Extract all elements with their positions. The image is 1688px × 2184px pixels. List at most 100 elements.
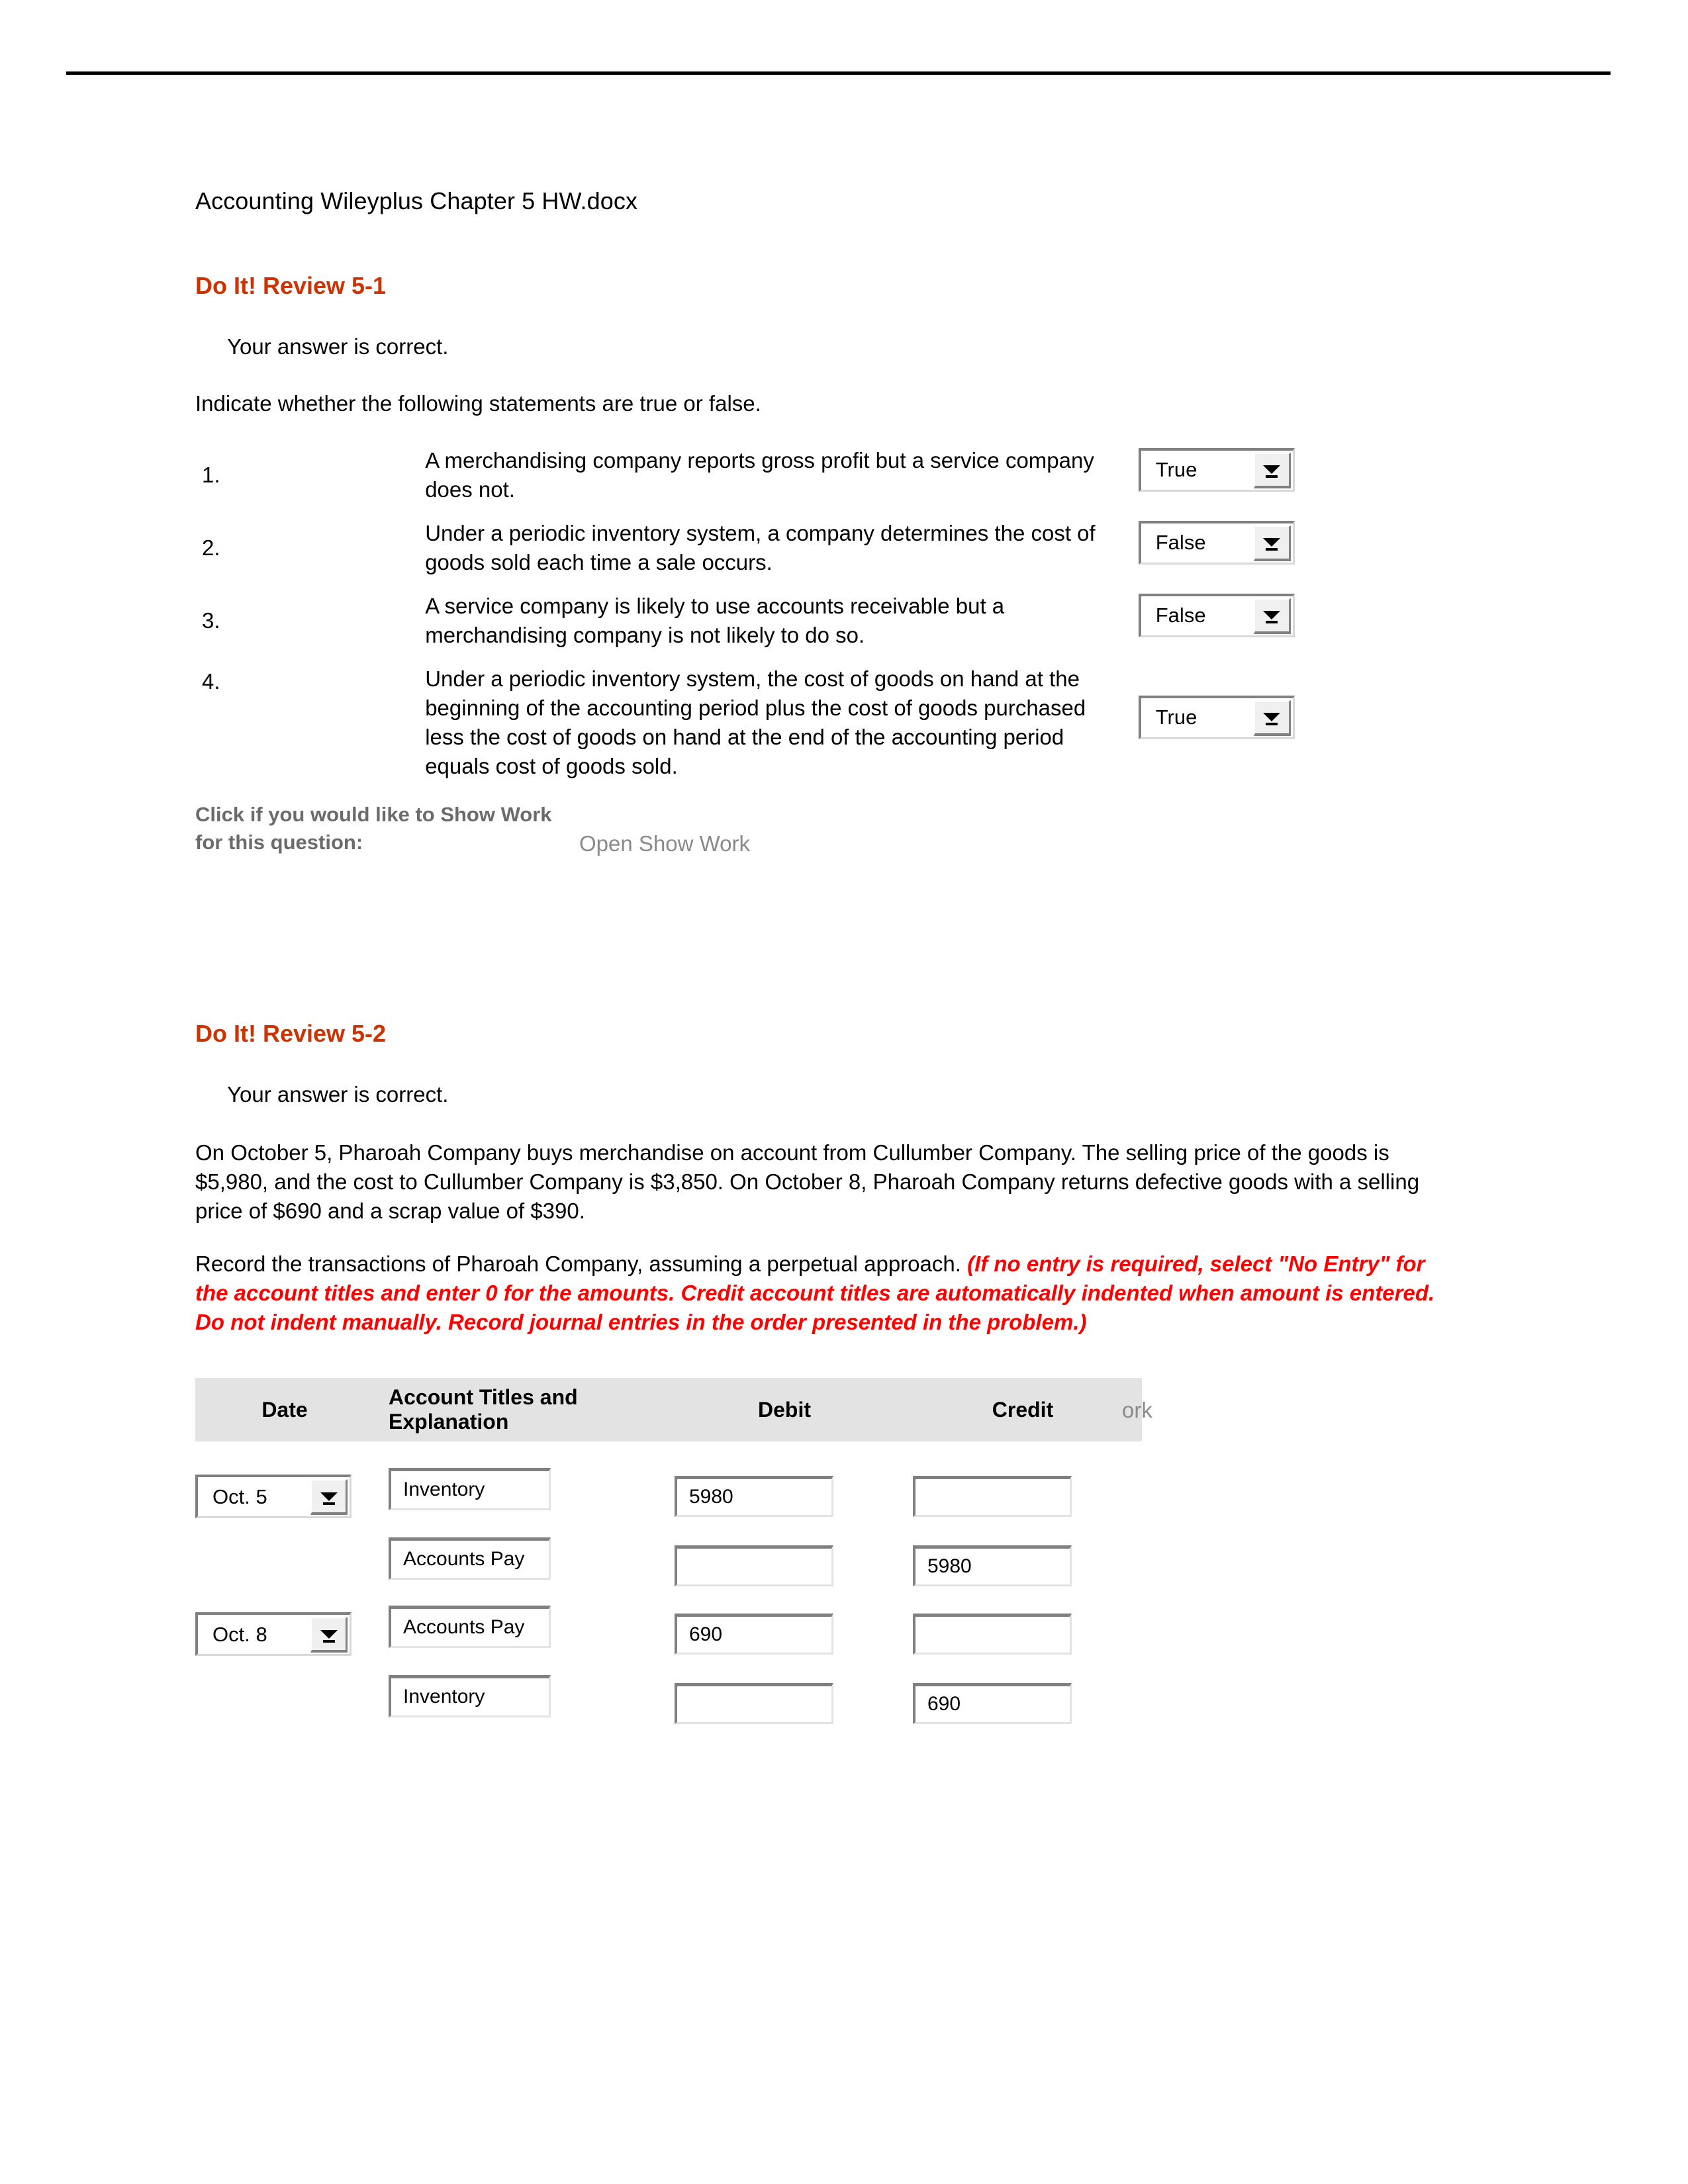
journal-debit-cell: 5980 (665, 1468, 904, 1520)
row-spacer (195, 650, 1360, 664)
journal-date-cell (195, 1537, 374, 1544)
header-divider-rule (66, 71, 1611, 75)
document-title: Accounting Wileyplus Chapter 5 HW.docx (195, 187, 638, 214)
chevron-down-icon[interactable] (1253, 525, 1291, 561)
journal-account-input-3[interactable]: Accounts Pay (389, 1606, 551, 1648)
statement-answer-cell: False (1138, 592, 1360, 650)
statement-number: 3. (202, 608, 220, 633)
journal-account-cell: Accounts Pay (374, 1606, 665, 1651)
journal-date-cell: Oct. 5 (195, 1468, 374, 1522)
chevron-down-icon[interactable] (1253, 598, 1291, 634)
journal-credit-cell (904, 1468, 1142, 1520)
row-spacer (195, 577, 1360, 592)
journal-debit-input-1[interactable]: 5980 (675, 1476, 833, 1517)
journal-account-input-2-value: Accounts Pay (403, 1548, 525, 1570)
journal-debit-input-3[interactable]: 690 (675, 1614, 833, 1655)
statement-number: 4. (202, 669, 220, 694)
column-header-account-titles: Account Titles and Explanation (389, 1385, 578, 1433)
show-work-label: Click if you would like to Show Work for… (195, 803, 552, 854)
chevron-down-icon[interactable] (310, 1617, 348, 1653)
journal-credit-input-2[interactable]: 5980 (913, 1545, 1072, 1586)
journal-debit-cell (665, 1537, 904, 1590)
problem-statement-5-2: On October 5, Pharoah Company buys merch… (195, 1140, 1420, 1223)
table-row: 2. Under a periodic inventory system, a … (195, 519, 1360, 577)
show-work-link-partial[interactable]: ork (1122, 1396, 1152, 1424)
section-heading-review-5-1: Do It! Review 5-1 (195, 272, 387, 299)
answer-select-1[interactable]: True (1138, 447, 1295, 492)
row-spacer (195, 504, 1360, 519)
show-work-block-5-1: Click if you would like to Show Work for… (195, 801, 1519, 893)
true-false-table: 1. A merchandising company reports gross… (195, 446, 1360, 781)
document-page: Accounting Wileyplus Chapter 5 HW.docx D… (0, 0, 1688, 2184)
journal-account-input-1[interactable]: Inventory (389, 1468, 551, 1510)
journal-credit-cell: 690 (904, 1675, 1142, 1727)
answer-select-3-value: False (1155, 604, 1206, 627)
journal-credit-cell: 5980 (904, 1537, 1142, 1590)
answer-status-5-2: Your answer is correct. (227, 1082, 449, 1107)
prompt-5-1: Indicate whether the following statement… (195, 391, 761, 416)
journal-debit-cell: 690 (665, 1606, 904, 1658)
journal-debit-input-1-value: 5980 (689, 1486, 733, 1508)
journal-account-cell: Inventory (374, 1468, 665, 1514)
answer-select-2-value: False (1155, 531, 1206, 554)
journal-debit-input-3-value: 690 (689, 1623, 723, 1645)
column-header-date: Date (261, 1397, 308, 1422)
journal-account-cell: Inventory (374, 1675, 665, 1721)
journal-account-input-4-value: Inventory (403, 1686, 485, 1707)
table-row: 4. Under a periodic inventory system, th… (195, 664, 1360, 781)
statement-answer-cell: True (1138, 446, 1360, 504)
statement-number: 1. (202, 463, 220, 487)
column-header-debit: Debit (758, 1397, 811, 1422)
journal-credit-input-2-value: 5980 (927, 1555, 972, 1577)
journal-date-select-1-value: Oct. 5 (212, 1484, 267, 1508)
journal-date-cell (195, 1675, 374, 1682)
journal-credit-input-3[interactable] (913, 1614, 1072, 1655)
journal-date-select-2[interactable]: Oct. 8 (195, 1612, 352, 1656)
statement-answer-cell: True (1138, 664, 1360, 781)
journal-debit-input-4[interactable] (675, 1683, 833, 1724)
journal-date-select-1[interactable]: Oct. 5 (195, 1475, 352, 1518)
instruction-plain-text: Record the transactions of Pharoah Compa… (195, 1251, 968, 1276)
journal-debit-cell (665, 1675, 904, 1727)
journal-credit-input-1[interactable] (913, 1476, 1072, 1517)
table-row: 3. A service company is likely to use ac… (195, 592, 1360, 650)
chevron-down-icon[interactable] (1253, 700, 1291, 736)
statement-answer-cell: False (1138, 519, 1360, 577)
table-row: Oct. 8 Accounts Pay 690 (195, 1606, 1142, 1659)
statement-text: Under a periodic inventory system, a com… (425, 521, 1096, 574)
journal-account-input-2[interactable]: Accounts Pay (389, 1537, 551, 1580)
answer-select-3[interactable]: False (1138, 593, 1295, 637)
journal-date-select-2-value: Oct. 8 (212, 1622, 267, 1646)
journal-account-input-1-value: Inventory (403, 1479, 485, 1500)
answer-select-4-value: True (1155, 705, 1197, 729)
journal-credit-input-4-value: 690 (927, 1693, 961, 1715)
statement-text: A merchandising company reports gross pr… (425, 448, 1094, 502)
table-row: Inventory 690 (195, 1675, 1142, 1727)
journal-table-body: Oct. 5 Inventory 5980 Accounts Pay 5980 … (195, 1441, 1142, 1727)
answer-select-2[interactable]: False (1138, 520, 1295, 565)
table-row: 1. A merchandising company reports gross… (195, 446, 1360, 504)
statement-text: A service company is likely to use accou… (425, 594, 1005, 647)
journal-account-cell: Accounts Pay (374, 1537, 665, 1583)
journal-table-header: Date Account Titles and Explanation Debi… (195, 1378, 1142, 1441)
chevron-down-icon[interactable] (1253, 452, 1291, 488)
statement-number: 2. (202, 535, 220, 560)
open-show-work-link[interactable]: Open Show Work (579, 830, 750, 858)
answer-status-5-1: Your answer is correct. (227, 334, 449, 359)
section-heading-review-5-2: Do It! Review 5-2 (195, 1020, 387, 1047)
table-row: Oct. 5 Inventory 5980 (195, 1468, 1142, 1522)
journal-date-cell: Oct. 8 (195, 1606, 374, 1659)
chevron-down-icon[interactable] (310, 1479, 348, 1515)
journal-account-input-3-value: Accounts Pay (403, 1616, 525, 1638)
answer-select-4[interactable]: True (1138, 695, 1295, 739)
answer-select-1-value: True (1155, 458, 1197, 481)
instruction-5-2: Record the transactions of Pharoah Compa… (195, 1250, 1453, 1337)
journal-account-input-4[interactable]: Inventory (389, 1675, 551, 1717)
journal-debit-input-2[interactable] (675, 1545, 833, 1586)
statement-text: Under a periodic inventory system, the c… (425, 666, 1086, 778)
column-header-credit: Credit (992, 1397, 1054, 1422)
journal-credit-cell (904, 1606, 1142, 1658)
table-row: Accounts Pay 5980 (195, 1537, 1142, 1590)
document-content: Accounting Wileyplus Chapter 5 HW.docx D… (195, 185, 1519, 1727)
journal-credit-input-4[interactable]: 690 (913, 1683, 1072, 1724)
